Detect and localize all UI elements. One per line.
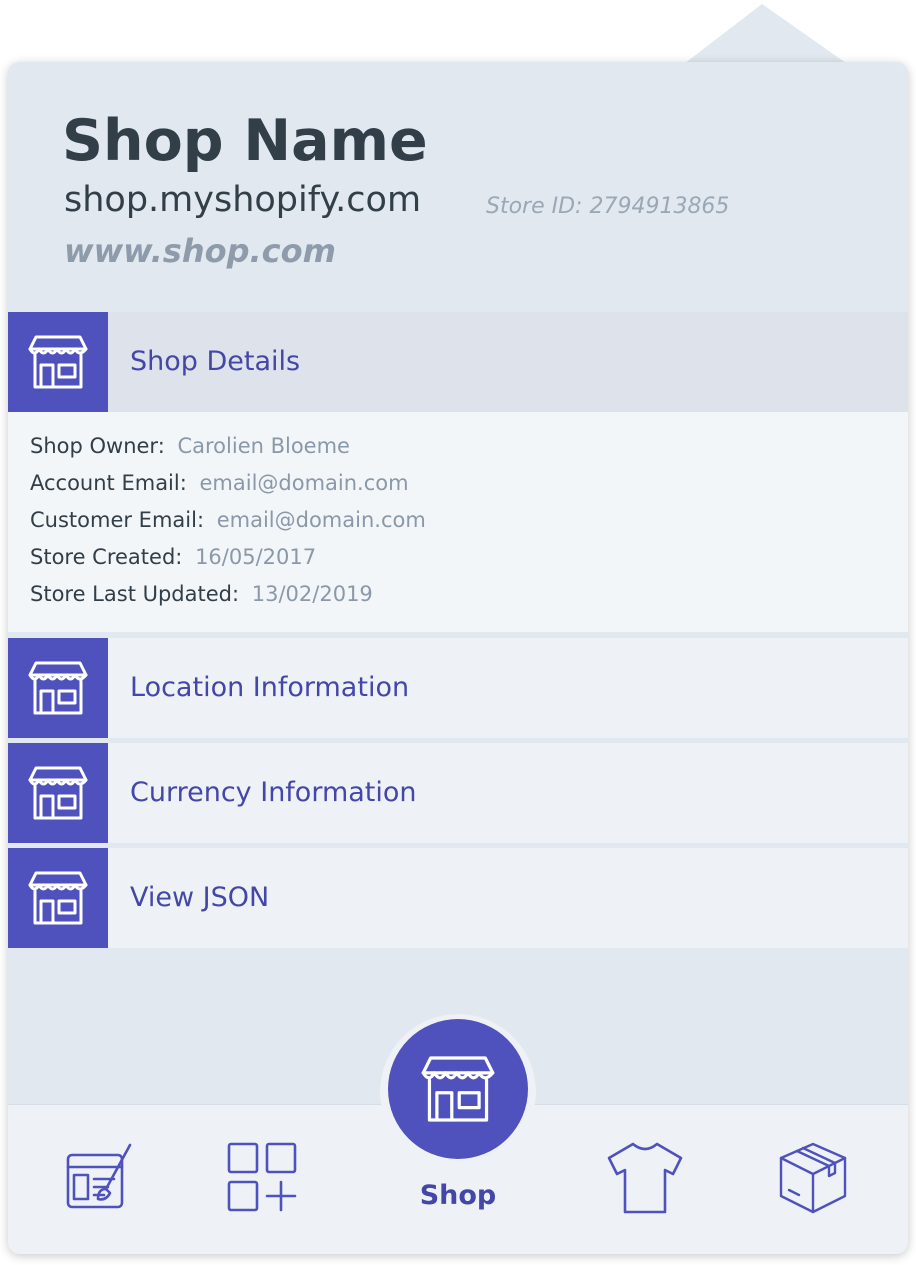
shop-header: Shop Name shop.myshopify.com Store ID: 2… [8,62,908,312]
shop-details-panel: Shop Owner: Carolien Bloeme Account Emai… [8,412,908,632]
box-icon [779,1142,847,1214]
detail-label: Store Last Updated: [30,582,240,606]
section-label: Shop Details [130,346,301,377]
t-shirt-icon [607,1142,683,1214]
section-label: Currency Information [130,777,417,808]
detail-value: 16/05/2017 [195,545,317,569]
store-icon [421,1056,495,1122]
detail-label: Store Created: [30,545,183,569]
detail-row-account-email: Account Email: email@domain.com [30,471,409,495]
shop-website[interactable]: www.shop.com [64,232,336,270]
section-view-json[interactable]: View JSON [8,848,908,948]
detail-row-shop-owner: Shop Owner: Carolien Bloeme [30,434,350,458]
tab-products[interactable] [600,1133,690,1223]
store-icon [8,848,108,948]
section-currency-information[interactable]: Currency Information [8,743,908,843]
tab-theme-editor[interactable] [52,1133,142,1223]
shop-name: Shop Name [62,108,428,174]
detail-value: email@domain.com [199,471,409,495]
detail-row-store-last-updated: Store Last Updated: 13/02/2019 [30,582,373,606]
store-icon [8,312,108,412]
detail-label: Customer Email: [30,508,205,532]
detail-label: Shop Owner: [30,434,165,458]
detail-label: Account Email: [30,471,187,495]
store-id: Store ID: 2794913865 [486,194,730,219]
section-location-information[interactable]: Location Information [8,638,908,738]
detail-row-customer-email: Customer Email: email@domain.com [30,508,426,532]
tab-orders[interactable] [768,1133,858,1223]
section-label: Location Information [130,672,410,703]
tab-shop-active[interactable] [388,1019,528,1159]
store-icon [8,638,108,738]
detail-value: Carolien Bloeme [177,434,350,458]
section-shop-details[interactable]: Shop Details [8,312,908,412]
tab-apps[interactable] [218,1133,308,1223]
shop-domain: shop.myshopify.com [64,180,422,220]
section-label: View JSON [130,882,270,913]
store-icon [8,743,108,843]
theme-editor-icon [66,1143,132,1209]
popover-arrow [676,4,856,70]
detail-value: email@domain.com [216,508,426,532]
shop-info-card: Shop Name shop.myshopify.com Store ID: 2… [8,62,908,1254]
detail-value: 13/02/2019 [251,582,373,606]
add-apps-icon [227,1142,297,1212]
tab-shop-label[interactable]: Shop [388,1180,528,1211]
detail-row-store-created: Store Created: 16/05/2017 [30,545,316,569]
